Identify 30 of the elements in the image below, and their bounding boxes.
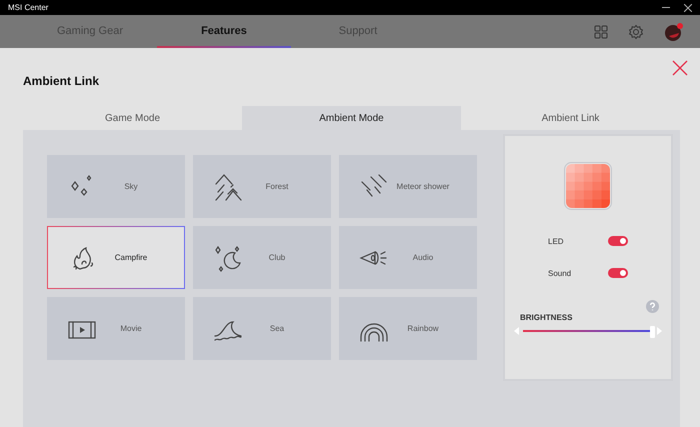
mode-tab[interactable]: Ambient Link <box>461 106 680 130</box>
mode-card[interactable]: Audio <box>339 226 477 289</box>
color-swatch-icon <box>564 162 612 210</box>
mode-card[interactable]: Campfire <box>47 226 185 289</box>
mode-card[interactable]: Club <box>193 226 331 289</box>
minimize-icon[interactable] <box>662 6 670 8</box>
slider-label: BRIGHTNESS <box>520 313 572 322</box>
nav-tab[interactable]: Features <box>157 15 291 48</box>
mode-card[interactable]: Sky <box>47 155 185 218</box>
mode-tab[interactable]: Ambient Mode <box>242 106 461 130</box>
toggle-label: Sound <box>548 268 572 278</box>
grid-icon[interactable] <box>594 24 608 38</box>
close-icon[interactable] <box>684 4 692 12</box>
window-title: MSI Center <box>8 3 48 12</box>
toggle-switch[interactable] <box>608 236 628 246</box>
mode-card[interactable]: Movie <box>47 297 185 360</box>
trees-icon <box>213 172 243 202</box>
slider-thumb[interactable] <box>650 326 655 338</box>
mode-card[interactable]: Forest <box>193 155 331 218</box>
toggle-label: LED <box>548 236 564 246</box>
avatar-icon[interactable] <box>664 22 684 42</box>
mode-card[interactable]: Meteor shower <box>339 155 477 218</box>
mode-card[interactable]: Sea <box>193 297 331 360</box>
mode-tab[interactable]: Game Mode <box>23 106 242 130</box>
mode-card[interactable]: Rainbow <box>339 297 477 360</box>
help-icon[interactable] <box>646 300 659 313</box>
brightness-slider[interactable] <box>523 326 653 336</box>
settings-icon[interactable] <box>628 24 644 40</box>
toggle-switch[interactable] <box>608 268 628 278</box>
dialog-title: Ambient Link <box>23 74 100 88</box>
